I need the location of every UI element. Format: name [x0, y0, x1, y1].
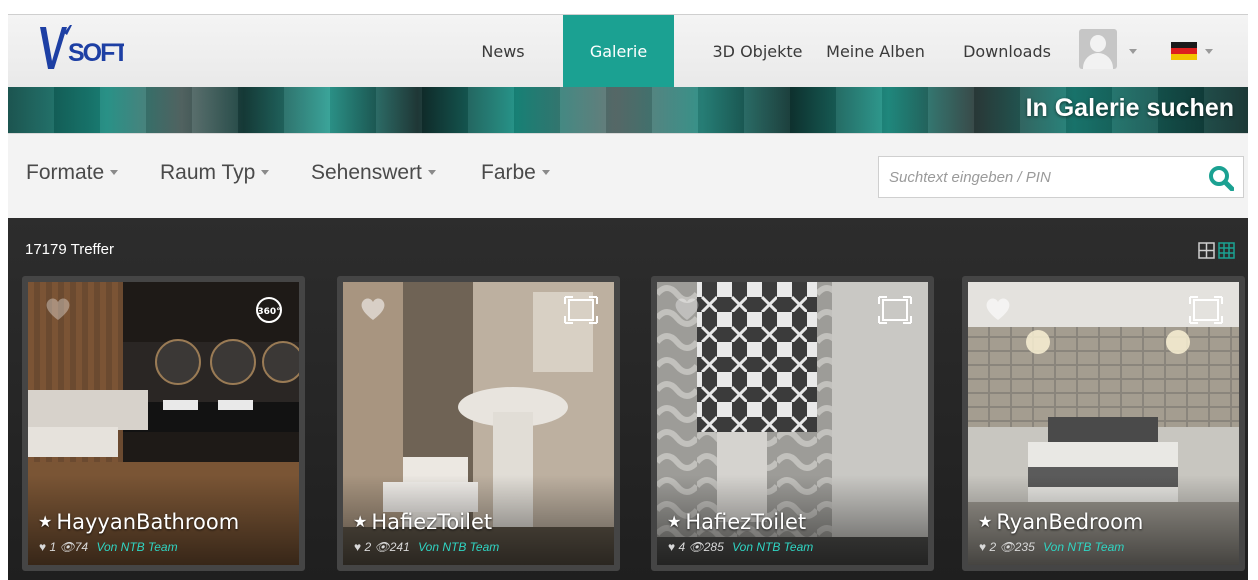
- visoft-logo[interactable]: SOFT: [34, 23, 130, 79]
- result-count: 17179 Treffer: [25, 241, 114, 258]
- eye-icon: 👁: [688, 540, 704, 554]
- view-count: 285: [703, 540, 724, 554]
- filter-farbe[interactable]: Farbe: [481, 161, 550, 185]
- nav-downloads[interactable]: Downloads: [951, 15, 1063, 88]
- german-flag-icon: [1171, 42, 1197, 60]
- language-menu[interactable]: [1171, 42, 1219, 62]
- 360-icon[interactable]: 360°: [249, 296, 283, 324]
- svg-text:SOFT: SOFT: [68, 39, 124, 67]
- eye-icon: 👁: [999, 540, 1015, 554]
- search-input[interactable]: [879, 157, 1199, 197]
- gallery: 17179 Treffer 360° ★ HayyanBathroom ♥ 1 …: [8, 218, 1248, 580]
- view-count: 241: [389, 540, 410, 554]
- fullscreen-icon[interactable]: [1189, 296, 1223, 324]
- like-count: 2: [364, 540, 372, 554]
- like-count: 1: [49, 540, 57, 554]
- filter-label: Formate: [26, 161, 105, 184]
- banner-title: In Galerie suchen: [1025, 94, 1234, 122]
- card-title: ★ HafiezToilet: [667, 510, 806, 534]
- eye-icon: 👁: [59, 540, 75, 554]
- heart-icon: ♥: [39, 540, 47, 554]
- star-icon: ★: [38, 512, 53, 531]
- svg-text:360°: 360°: [257, 307, 280, 317]
- chevron-down-icon: [1205, 49, 1213, 54]
- card-meta: ♥ 1 👁74 Von NTB Team: [39, 540, 178, 554]
- avatar-icon: [1079, 29, 1117, 69]
- filter-sehenswert[interactable]: Sehenswert: [311, 161, 436, 185]
- card-meta: ♥ 2 👁235 Von NTB Team: [979, 540, 1124, 554]
- filter-label: Raum Typ: [160, 161, 256, 184]
- filter-label: Farbe: [481, 161, 536, 184]
- card-title-text: HayyanBathroom: [56, 510, 240, 534]
- user-menu[interactable]: [1079, 29, 1151, 73]
- like-count: 2: [989, 540, 997, 554]
- card-title-text: RyanBedroom: [996, 510, 1144, 534]
- search-box: [878, 156, 1244, 198]
- card-meta: ♥ 4 👁285 Von NTB Team: [668, 540, 813, 554]
- view-count: 74: [74, 540, 89, 554]
- chevron-down-icon: [110, 170, 119, 175]
- gallery-card[interactable]: ★ HafiezToilet ♥ 2 👁241 Von NTB Team: [337, 276, 620, 571]
- eye-icon: 👁: [374, 540, 390, 554]
- view-toggle: [1198, 242, 1238, 260]
- author-link[interactable]: Von NTB Team: [732, 540, 813, 554]
- large-grid-view-icon[interactable]: [1198, 242, 1215, 259]
- heart-icon[interactable]: [359, 296, 387, 322]
- heart-icon: ♥: [979, 540, 987, 554]
- filter-label: Sehenswert: [311, 161, 422, 184]
- heart-icon[interactable]: [673, 296, 701, 322]
- filter-raum-typ[interactable]: Raum Typ: [160, 161, 270, 185]
- fullscreen-icon[interactable]: [878, 296, 912, 324]
- chevron-down-icon: [427, 170, 436, 175]
- star-icon: ★: [353, 512, 368, 531]
- fullscreen-icon[interactable]: [564, 296, 598, 324]
- card-title-text: HafiezToilet: [371, 510, 493, 534]
- heart-icon: ♥: [354, 540, 362, 554]
- search-icon[interactable]: [1208, 165, 1235, 192]
- filter-bar: Formate Raum Typ Sehenswert Farbe: [8, 133, 1248, 218]
- heart-icon[interactable]: [984, 296, 1012, 322]
- nav-3d-objekte[interactable]: 3D Objekte: [696, 15, 819, 88]
- gallery-card[interactable]: ★ RyanBedroom ♥ 2 👁235 Von NTB Team: [962, 276, 1245, 571]
- view-count: 235: [1014, 540, 1035, 554]
- chevron-down-icon: [261, 170, 270, 175]
- chevron-down-icon: [1129, 49, 1137, 54]
- card-title: ★ RyanBedroom: [978, 510, 1143, 534]
- nav-galerie[interactable]: Galerie: [563, 15, 674, 88]
- star-icon: ★: [978, 512, 993, 531]
- gallery-card[interactable]: ★ HafiezToilet ♥ 4 👁285 Von NTB Team: [651, 276, 934, 571]
- heart-icon[interactable]: [44, 296, 72, 322]
- top-navigation: SOFT News Galerie 3D Objekte Meine Alben…: [8, 14, 1248, 88]
- card-title: ★ HayyanBathroom: [38, 510, 239, 534]
- nav-news[interactable]: News: [460, 15, 546, 88]
- chevron-down-icon: [541, 170, 550, 175]
- star-icon: ★: [667, 512, 682, 531]
- author-link[interactable]: Von NTB Team: [418, 540, 499, 554]
- gallery-search-banner: In Galerie suchen: [8, 87, 1248, 133]
- gallery-card[interactable]: 360° ★ HayyanBathroom ♥ 1 👁74 Von NTB Tea…: [22, 276, 305, 571]
- filter-formate[interactable]: Formate: [26, 161, 119, 185]
- nav-meine-alben[interactable]: Meine Alben: [821, 15, 930, 88]
- author-link[interactable]: Von NTB Team: [1043, 540, 1124, 554]
- card-meta: ♥ 2 👁241 Von NTB Team: [354, 540, 499, 554]
- like-count: 4: [678, 540, 686, 554]
- heart-icon: ♥: [668, 540, 676, 554]
- small-grid-view-icon[interactable]: [1218, 242, 1235, 259]
- author-link[interactable]: Von NTB Team: [96, 540, 177, 554]
- card-title-text: HafiezToilet: [685, 510, 807, 534]
- card-title: ★ HafiezToilet: [353, 510, 492, 534]
